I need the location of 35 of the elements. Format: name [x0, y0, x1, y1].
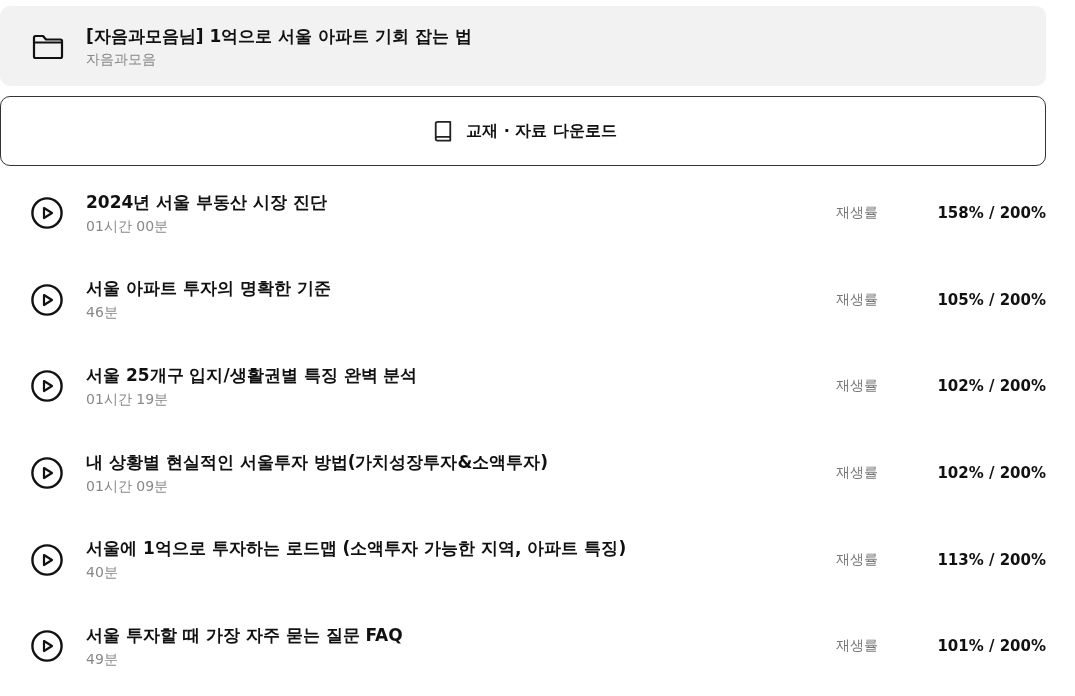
playback-rate-value: 158% / 200%	[936, 204, 1046, 223]
lecture-title[interactable]: 서울 아파트 투자의 명확한 기준	[86, 277, 331, 300]
play-icon[interactable]	[31, 630, 63, 663]
lecture-duration: 01시간 00분	[86, 216, 169, 235]
lecture-duration: 01시간 09분	[86, 476, 169, 495]
lecture-duration: 40분	[86, 563, 118, 582]
lecture-duration: 01시간 19분	[86, 390, 169, 408]
playback-rate-label: 재생률	[836, 550, 879, 569]
playback-rate-label: 재생률	[836, 637, 879, 656]
download-button[interactable]: 교재 · 자료 다운로드	[0, 96, 1046, 166]
play-icon[interactable]	[31, 370, 63, 403]
playback-rate-label: 재생률	[836, 290, 879, 309]
lecture-title[interactable]: 서울 25개구 입지/생활권별 특징 완벽 분석	[86, 364, 418, 386]
lecture-title[interactable]: 서울 투자할 때 가장 자주 묻는 질문 FAQ	[86, 623, 403, 646]
playback-rate-value: 102% / 200%	[936, 464, 1046, 483]
lecture-duration: 49분	[86, 649, 118, 668]
lecture-duration: 46분	[86, 303, 118, 322]
play-icon[interactable]	[31, 283, 63, 316]
playback-rate-value: 113% / 200%	[936, 550, 1046, 569]
book-icon	[433, 120, 454, 142]
lecture-title[interactable]: 2024년 서울 부동산 시장 진단	[86, 190, 327, 213]
playback-rate-label: 재생률	[836, 464, 879, 483]
folder-icon	[32, 34, 64, 60]
lecture-title[interactable]: 내 상황별 현실적인 서울투자 방법(가치성장투자&소액투자)	[86, 450, 549, 473]
course-author: 자음과모음	[86, 49, 156, 68]
play-icon[interactable]	[31, 543, 63, 576]
playback-rate-value: 102% / 200%	[936, 377, 1046, 396]
playback-rate-label: 재생률	[836, 204, 879, 223]
play-icon[interactable]	[31, 197, 63, 230]
playback-rate-value: 105% / 200%	[936, 290, 1046, 309]
course-title: [자음과모음님] 1억으로 서울 아파트 기회 잡는 법	[86, 24, 472, 47]
playback-rate-label: 재생률	[836, 377, 879, 396]
playback-rate-value: 101% / 200%	[936, 637, 1046, 656]
lecture-title[interactable]: 서울에 1억으로 투자하는 로드맵 (소액투자 가능한 지역, 아파트 특징)	[86, 537, 627, 560]
play-icon[interactable]	[31, 457, 63, 490]
